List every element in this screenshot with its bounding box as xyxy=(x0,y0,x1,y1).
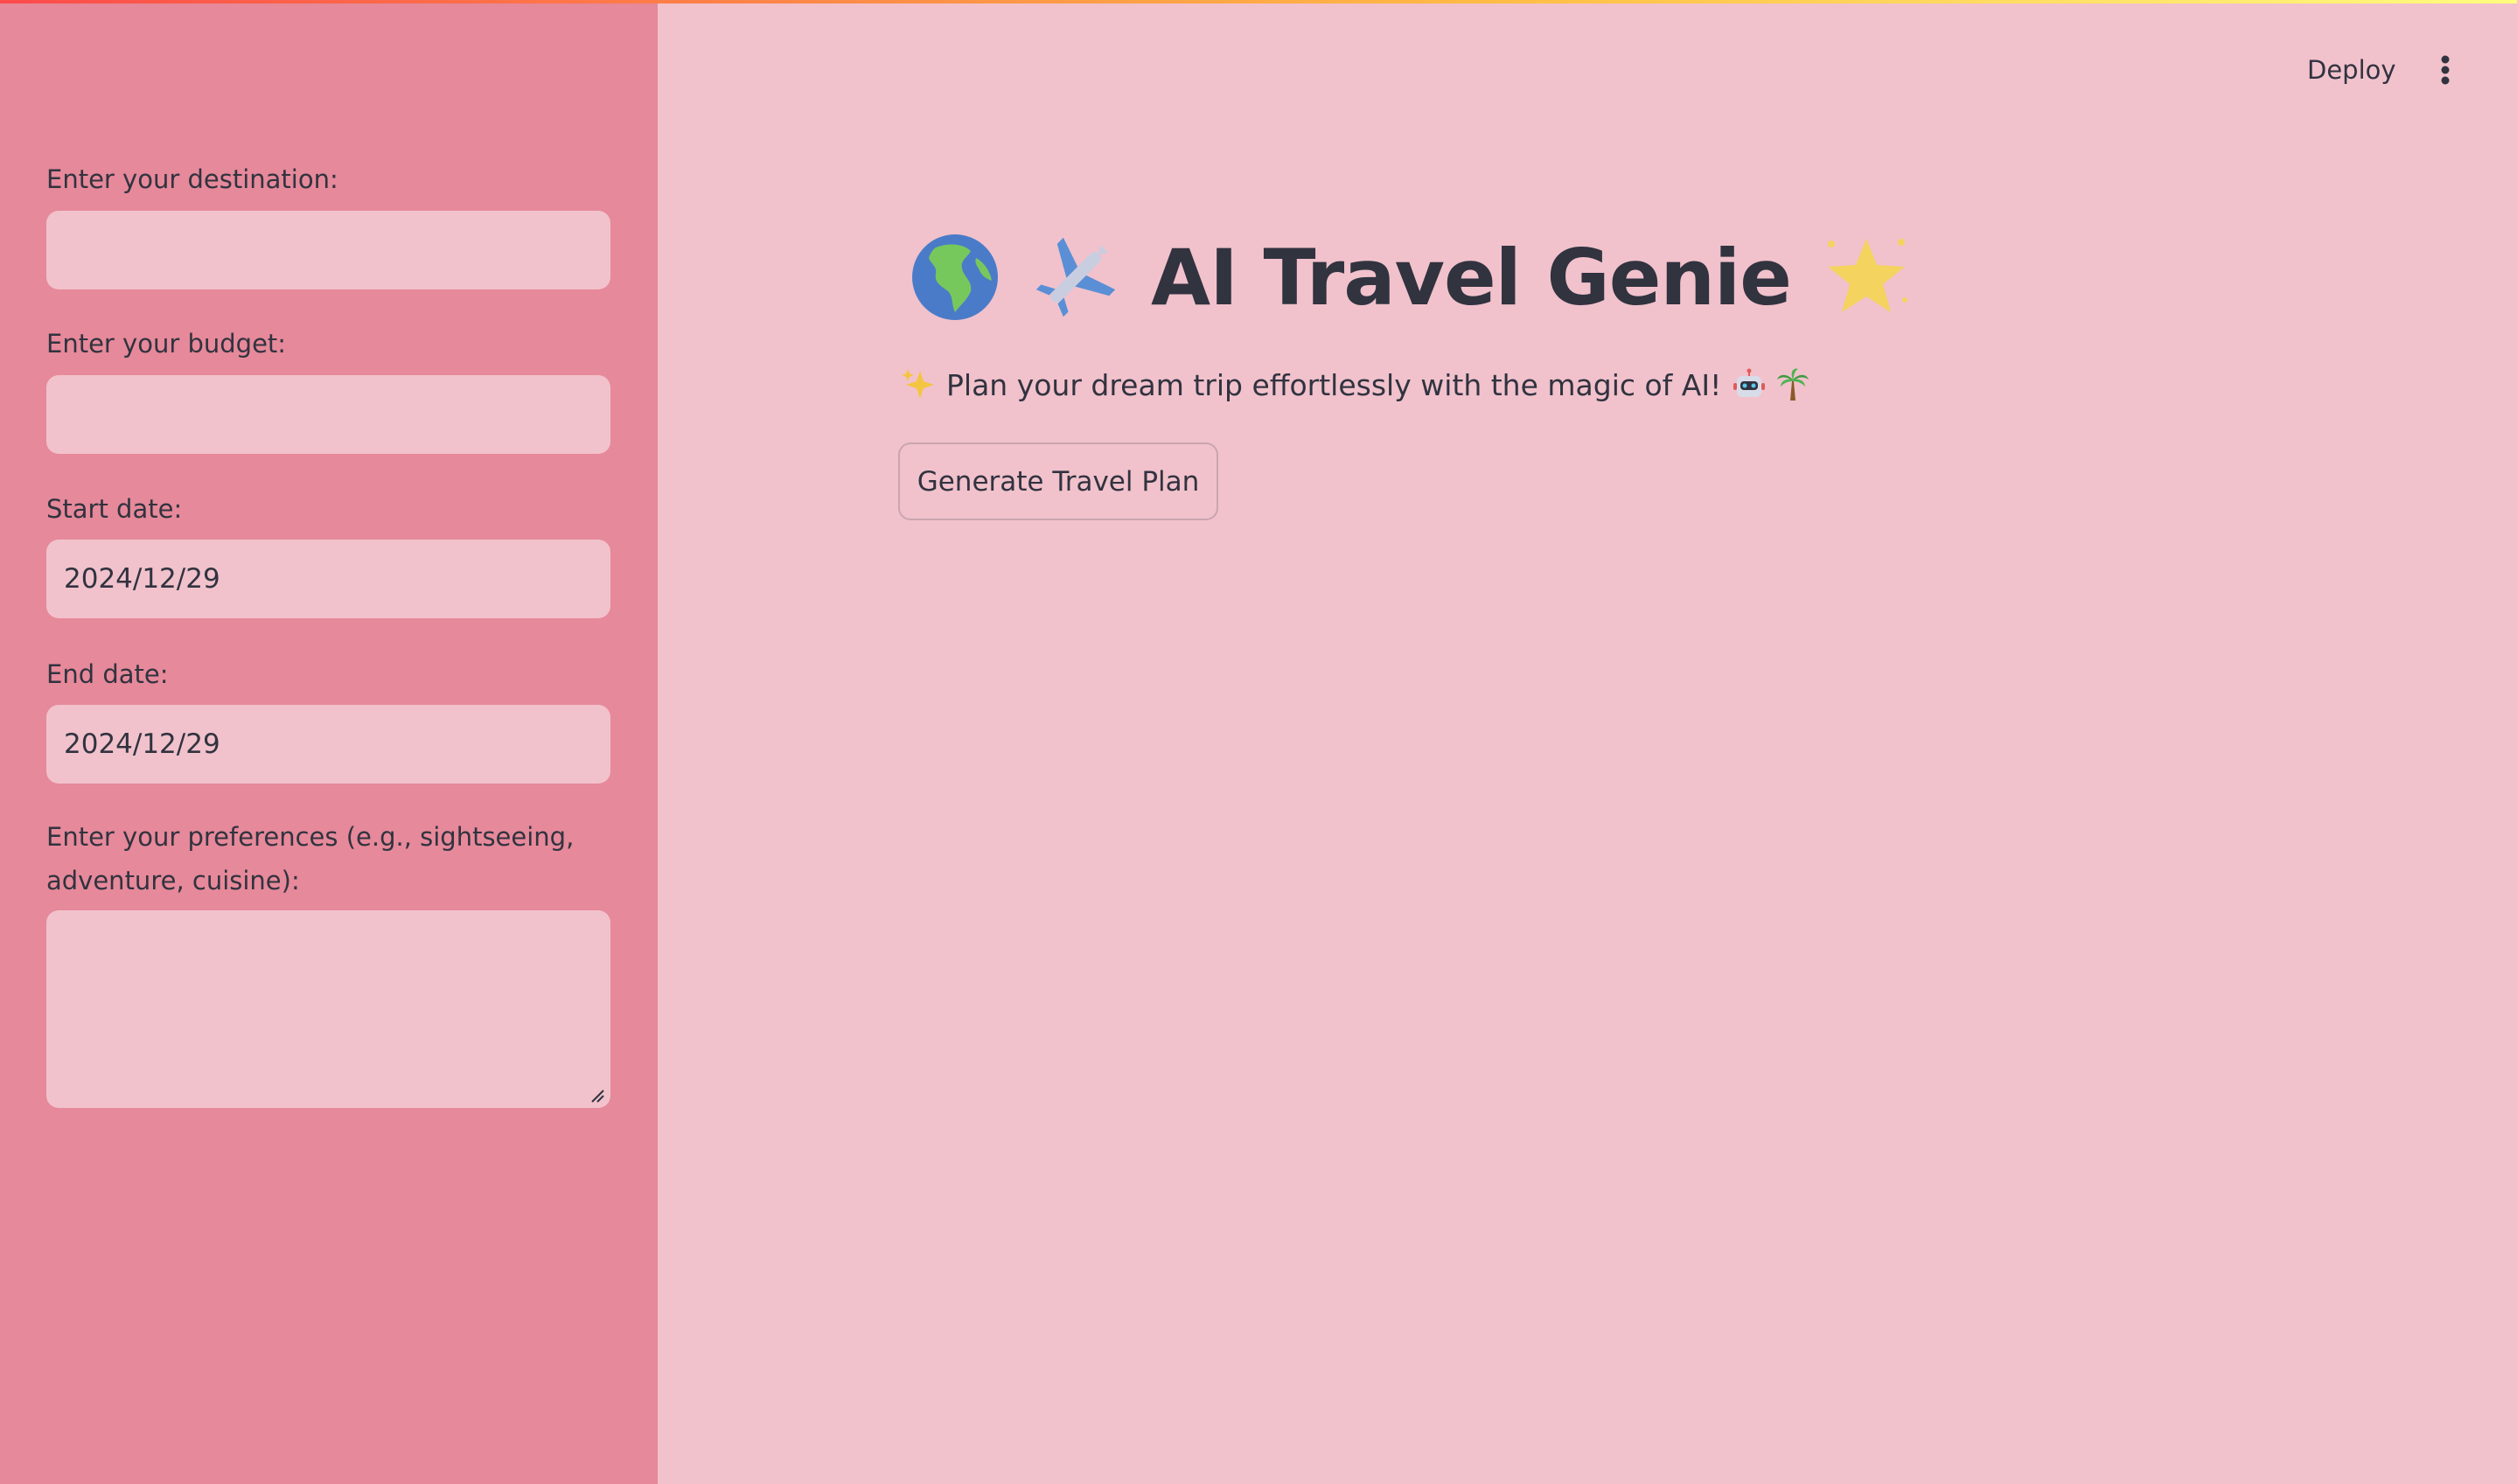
sparkles-icon xyxy=(902,369,934,399)
top-decoration-bar xyxy=(0,0,2517,3)
start-date-label: Start date: xyxy=(46,494,183,524)
sidebar: Enter your destination: Enter your budge… xyxy=(0,0,658,1484)
generate-travel-plan-button[interactable]: Generate Travel Plan xyxy=(898,442,1218,520)
page-title-row: AI Travel Genie xyxy=(910,229,1912,325)
palm-tree-icon xyxy=(1777,368,1809,401)
end-date-label: End date: xyxy=(46,659,169,689)
page-title: AI Travel Genie xyxy=(1151,232,1792,323)
end-date-input[interactable] xyxy=(46,705,610,784)
subtitle-row: Plan your dream trip effortlessly with t… xyxy=(901,363,1810,407)
kebab-menu-icon xyxy=(2441,55,2450,85)
preferences-textarea[interactable] xyxy=(46,910,610,1108)
airplane-icon xyxy=(1035,237,1116,317)
destination-input[interactable] xyxy=(46,211,610,289)
destination-label: Enter your destination: xyxy=(46,164,338,194)
globe-icon xyxy=(912,234,998,320)
deploy-button[interactable]: Deploy xyxy=(2290,47,2414,93)
robot-icon xyxy=(1733,368,1766,397)
subtitle-text: Plan your dream trip effortlessly with t… xyxy=(946,367,1722,402)
star-icon xyxy=(1827,239,1907,312)
main-menu-button[interactable] xyxy=(2426,47,2465,93)
resize-handle-icon[interactable] xyxy=(589,1088,605,1104)
budget-label: Enter your budget: xyxy=(46,329,287,359)
preferences-label: Enter your preferences (e.g., sightseein… xyxy=(46,822,575,895)
start-date-input[interactable] xyxy=(46,540,610,618)
budget-input[interactable] xyxy=(46,375,610,454)
main-content xyxy=(658,0,2517,1484)
